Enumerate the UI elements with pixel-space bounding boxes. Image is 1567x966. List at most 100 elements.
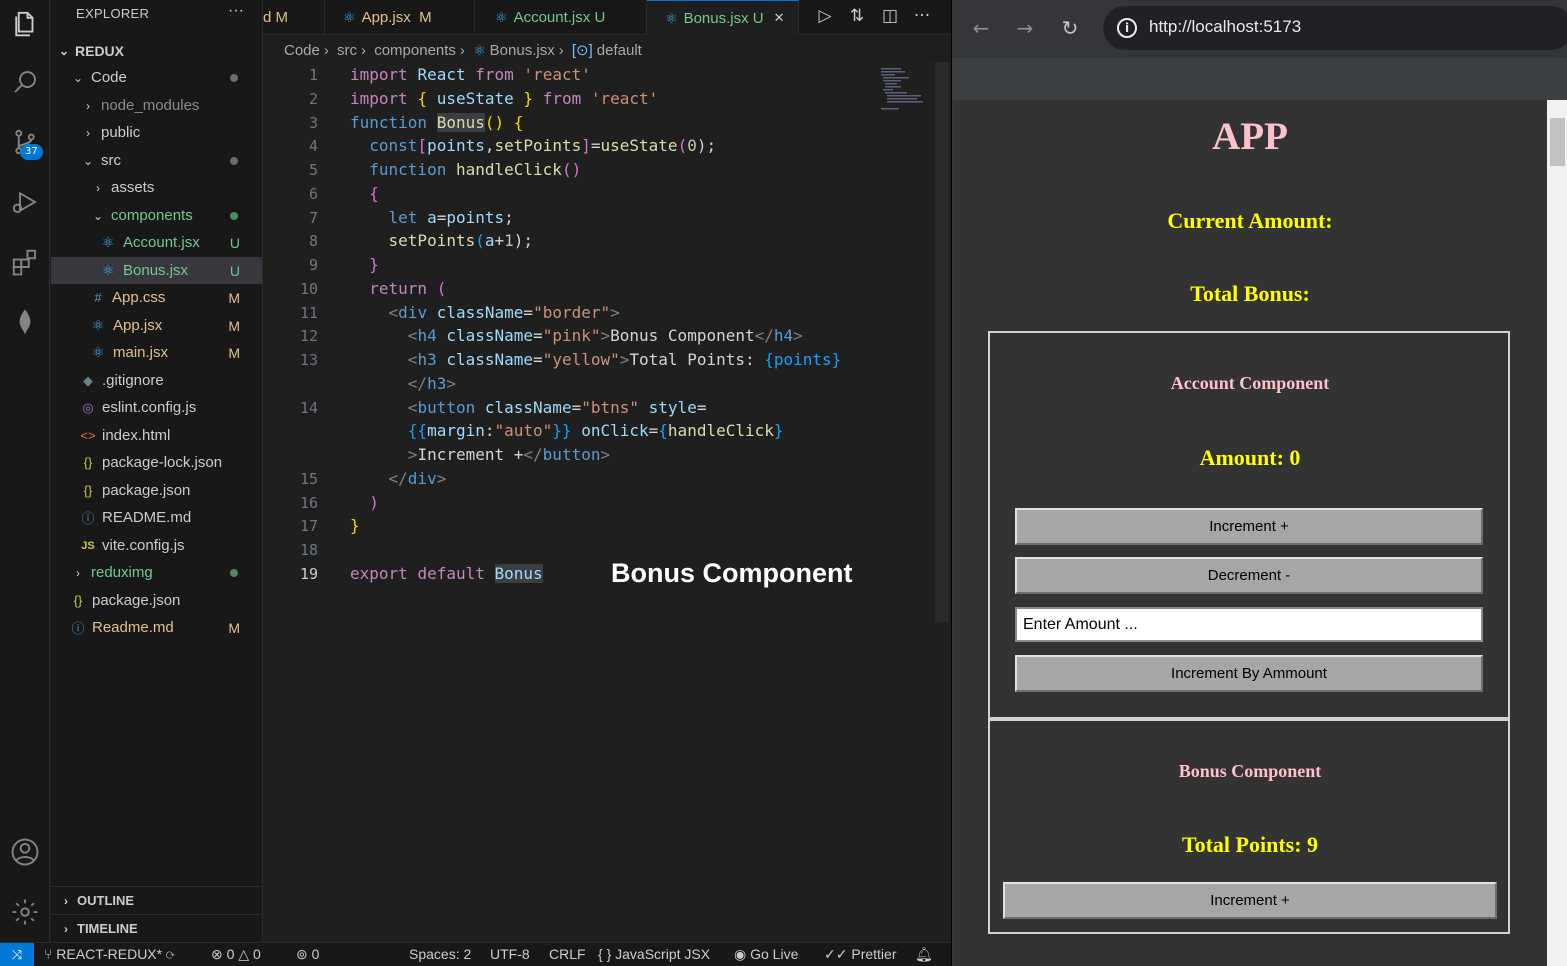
tree-file-main-jsx[interactable]: ⚛ main.jsx M: [51, 339, 262, 366]
split-editor-icon[interactable]: ◫: [879, 6, 901, 28]
more-actions-icon[interactable]: ···: [911, 6, 933, 28]
search-icon[interactable]: [0, 58, 50, 106]
modified-dot: [230, 156, 238, 165]
tree-file-index-html[interactable]: <> index.html: [51, 422, 262, 449]
forward-arrow-icon[interactable]: →: [1013, 16, 1037, 40]
run-icon[interactable]: ▷: [814, 6, 836, 28]
tree-folder-reduximg[interactable]: › reduximg: [51, 559, 262, 586]
css-file-icon: #: [94, 290, 102, 305]
tree-folder-components[interactable]: ⌄ components: [51, 202, 262, 229]
run-debug-icon[interactable]: [0, 178, 50, 226]
explorer-icon[interactable]: [0, 0, 50, 48]
encoding-status[interactable]: UTF-8: [490, 946, 530, 962]
tree-file-app-css[interactable]: # App.css M: [51, 284, 262, 311]
chevron-right-icon: ›: [86, 125, 90, 140]
timeline-section[interactable]: › TIMELINE: [51, 914, 262, 942]
code-line-current: export default Bonus: [350, 564, 543, 583]
breadcrumb-item[interactable]: Code: [284, 42, 320, 59]
prettier-status[interactable]: ✓✓ Prettier: [824, 946, 896, 963]
tab-truncated[interactable]: d M: [263, 0, 325, 35]
tree-file-gitignore[interactable]: ◆ .gitignore: [51, 367, 262, 394]
tree-folder-src[interactable]: ⌄ src: [51, 147, 262, 174]
inline-suggestion-text: Bonus Component: [605, 558, 859, 589]
code-line: return (: [369, 279, 447, 298]
tree-file-app-jsx[interactable]: ⚛ App.jsx M: [51, 312, 262, 339]
source-control-badge: 37: [20, 144, 43, 160]
reload-icon[interactable]: ↻: [1058, 16, 1082, 40]
tab-app-jsx[interactable]: ⚛ App.jsx M: [325, 0, 475, 35]
eol-status[interactable]: CRLF: [549, 946, 586, 962]
address-bar[interactable]: i http://localhost:5173: [1103, 6, 1567, 50]
code-line: ): [369, 493, 379, 512]
braces-icon: { }: [598, 946, 612, 962]
bonus-increment-button[interactable]: Increment +: [1003, 882, 1497, 919]
tree-file-eslint-config[interactable]: ◎ eslint.config.js: [51, 394, 262, 421]
increment-by-amount-button[interactable]: Increment By Ammount: [1015, 655, 1483, 692]
amount-input[interactable]: Enter Amount ...: [1015, 607, 1483, 642]
page-viewport: APP Current Amount: Total Bonus: Account…: [954, 100, 1546, 966]
more-actions-icon[interactable]: ···: [228, 2, 244, 20]
tree-file-root-package-json[interactable]: {} package.json: [51, 587, 262, 614]
account-increment-button[interactable]: Increment +: [1015, 508, 1483, 545]
chevron-right-icon: ›: [76, 565, 80, 580]
settings-gear-icon[interactable]: [0, 888, 50, 936]
code-line: </div>: [388, 469, 447, 488]
tree-folder-public[interactable]: › public: [51, 119, 262, 146]
current-amount-label: Current Amount:: [1167, 208, 1333, 233]
line-number: 2: [308, 90, 318, 108]
react-file-icon: ⚛: [101, 234, 115, 250]
bonus-component-title: Bonus Component: [1178, 761, 1322, 781]
code-line: let a=points;: [388, 208, 514, 227]
sync-icon: ⟳: [165, 946, 175, 962]
modified-dot: [230, 73, 238, 82]
chevron-right-icon: ›: [558, 42, 564, 59]
tree-file-package-lock[interactable]: {} package-lock.json: [51, 449, 262, 476]
problems-status[interactable]: ⊗ 0 △ 0: [211, 946, 261, 963]
bell-icon[interactable]: 🔔︎: [915, 946, 933, 963]
line-number: 8: [308, 232, 318, 250]
page-scrollbar-thumb[interactable]: [1550, 118, 1565, 166]
line-number: 6: [308, 185, 318, 203]
tree-file-package-json[interactable]: {} package.json: [51, 477, 262, 504]
tree-file-account-jsx[interactable]: ⚛ Account.jsx U: [51, 229, 262, 256]
indentation-status[interactable]: Spaces: 2: [409, 946, 471, 962]
account-decrement-button[interactable]: Decrement -: [1015, 557, 1483, 594]
editor-scrollbar[interactable]: [935, 62, 949, 622]
line-number: 4: [308, 137, 318, 155]
breadcrumb-item[interactable]: components: [374, 42, 456, 59]
tree-file-root-readme[interactable]: ⓘ Readme.md M: [51, 614, 262, 641]
react-file-icon: ⚛: [495, 9, 508, 25]
tree-folder-assets[interactable]: › assets: [51, 174, 262, 201]
page-scrollbar[interactable]: [1547, 100, 1567, 966]
tree-folder-node-modules[interactable]: › node_modules: [51, 92, 262, 119]
remote-icon[interactable]: ⤨: [0, 943, 34, 966]
extensions-icon[interactable]: [0, 238, 50, 286]
compare-changes-icon[interactable]: ⇅: [846, 6, 868, 28]
breadcrumb-item[interactable]: default: [597, 42, 642, 59]
back-arrow-icon[interactable]: ←: [969, 16, 993, 40]
language-status[interactable]: { } JavaScript JSX: [598, 946, 710, 962]
tree-file-vite-config[interactable]: JS vite.config.js: [51, 532, 262, 559]
breadcrumb-item[interactable]: Bonus.jsx: [490, 42, 555, 59]
go-live-button[interactable]: ◉ Go Live: [734, 946, 798, 963]
tab-account-jsx[interactable]: ⚛ Account.jsx U: [475, 0, 647, 35]
account-icon[interactable]: [0, 828, 50, 876]
line-number: 10: [299, 280, 318, 298]
workspace-root[interactable]: ⌄ REDUX: [51, 37, 262, 64]
minimap[interactable]: [879, 66, 934, 112]
tree-file-readme[interactable]: ⓘ README.md: [51, 504, 262, 531]
breadcrumb-item[interactable]: src: [337, 42, 357, 59]
code-editor[interactable]: 1 2 3 4 5 6 7 8 9 10 11 12 13 14 15 16 1…: [263, 62, 951, 942]
close-tab-icon[interactable]: ✕: [774, 10, 785, 26]
code-line: import React from 'react': [350, 65, 591, 84]
tree-folder-code[interactable]: ⌄ Code: [51, 64, 262, 91]
branch-status[interactable]: ⑂ REACT-REDUX* ⟳: [44, 946, 174, 962]
outline-section[interactable]: › OUTLINE: [51, 886, 262, 914]
tree-file-bonus-jsx[interactable]: ⚛ Bonus.jsx U: [51, 257, 262, 284]
ports-status[interactable]: ⊚ 0: [296, 946, 319, 963]
broadcast-icon: ◉: [734, 946, 747, 962]
site-info-icon[interactable]: i: [1117, 18, 1137, 38]
mongodb-leaf-icon[interactable]: [0, 298, 50, 346]
line-number: 12: [299, 327, 318, 345]
tab-bonus-jsx[interactable]: ⚛ Bonus.jsx U ✕: [647, 0, 799, 35]
